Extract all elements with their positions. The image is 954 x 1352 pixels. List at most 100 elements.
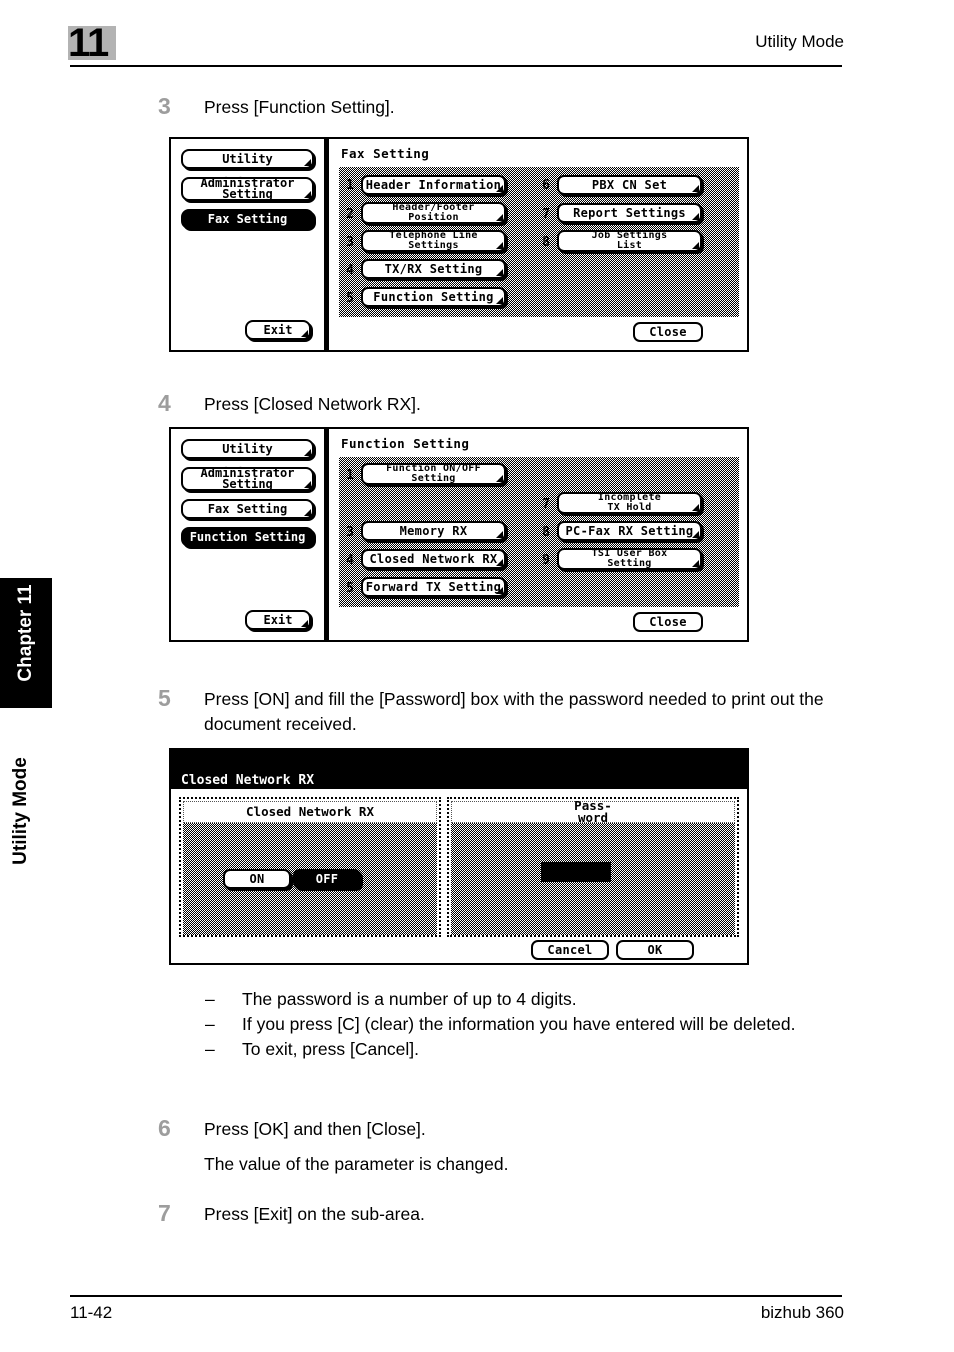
chapter-side-tab-label: Chapter 11 (15, 584, 36, 682)
button-corner-icon (304, 159, 311, 166)
header-rule (70, 65, 842, 67)
fax-setting-content-pane: Fax Setting 1 Header Information 2 Heade… (326, 137, 749, 352)
nav-item-function-setting[interactable]: Function Setting (181, 527, 314, 547)
step-6-number: 6 (158, 1115, 171, 1141)
close-button-label: Close (649, 614, 687, 629)
button-pbx-cn-set-label: PBX CN Set (591, 177, 668, 192)
button-corner-icon (692, 185, 699, 192)
item-number-4: 4 (346, 553, 354, 568)
ok-button-label: OK (647, 942, 663, 957)
button-corner-icon (496, 531, 503, 538)
button-corner-icon (304, 449, 311, 456)
function-setting-nav-pane: Utility Administrator Setting Fax Settin… (169, 427, 326, 642)
button-tsi-user-box-setting-label: TSI User Box Setting (591, 548, 668, 569)
cancel-button[interactable]: Cancel (531, 940, 609, 960)
button-corner-icon (692, 242, 699, 249)
note-list-item-text: The password is a number of up to 4 digi… (242, 989, 577, 1009)
button-function-setting[interactable]: Function Setting (361, 287, 506, 307)
nav-item-fax-setting[interactable]: Fax Setting (181, 499, 314, 519)
button-function-setting-label: Function Setting (373, 289, 494, 304)
button-pbx-cn-set[interactable]: PBX CN Set (557, 175, 702, 195)
item-number-9: 9 (542, 553, 550, 568)
button-corner-icon (496, 269, 503, 276)
button-header-footer-position-label: Header/Footer Position (392, 202, 475, 223)
item-number-3: 3 (346, 235, 354, 250)
button-forward-tx-setting-label: Forward TX Setting (365, 579, 502, 594)
ok-button[interactable]: OK (616, 940, 694, 960)
note-list: – The password is a number of up to 4 di… (205, 987, 845, 1062)
on-toggle-button[interactable]: ON (223, 869, 291, 889)
item-number-3: 3 (346, 525, 354, 540)
nav-item-administrator-setting-label: Administrator Setting (200, 466, 295, 491)
fax-setting-title: Fax Setting (341, 146, 430, 161)
password-group: Pass- word (447, 797, 739, 937)
button-corner-icon (692, 560, 699, 567)
closed-network-rx-group-label: Closed Network RX (183, 801, 437, 823)
close-button[interactable]: Close (633, 612, 703, 632)
exit-button[interactable]: Exit (245, 320, 311, 340)
function-setting-title: Function Setting (341, 436, 470, 451)
button-tsi-user-box-setting[interactable]: TSI User Box Setting (557, 548, 702, 570)
button-memory-rx[interactable]: Memory RX (361, 521, 506, 541)
button-tx-rx-setting[interactable]: TX/RX Setting (361, 259, 506, 279)
close-button[interactable]: Close (633, 322, 703, 342)
note-dash-icon: – (205, 1039, 215, 1059)
button-telephone-line-settings-label: Telephone Line Settings (389, 230, 478, 251)
exit-button[interactable]: Exit (245, 610, 311, 630)
button-report-settings[interactable]: Report Settings (557, 203, 702, 223)
nav-item-utility[interactable]: Utility (181, 439, 314, 459)
header-title: Utility Mode (755, 32, 844, 51)
button-forward-tx-setting[interactable]: Forward TX Setting (361, 577, 506, 597)
button-corner-icon (496, 214, 503, 221)
button-tx-rx-setting-label: TX/RX Setting (384, 261, 483, 276)
button-pc-fax-rx-setting[interactable]: PC-Fax RX Setting (557, 521, 702, 541)
nav-item-administrator-setting[interactable]: Administrator Setting (181, 467, 314, 491)
button-telephone-line-settings[interactable]: Telephone Line Settings (361, 230, 506, 252)
exit-button-label: Exit (263, 612, 293, 627)
button-memory-rx-label: Memory RX (399, 523, 468, 538)
button-closed-network-rx[interactable]: Closed Network RX (361, 549, 506, 569)
button-header-footer-position[interactable]: Header/Footer Position (361, 202, 506, 224)
step-3-number: 3 (158, 93, 171, 119)
nav-item-administrator-setting[interactable]: Administrator Setting (181, 177, 314, 201)
exit-button-label: Exit (263, 322, 293, 337)
button-corner-icon (496, 297, 503, 304)
note-dash-icon: – (205, 989, 215, 1009)
fax-setting-nav-pane: Utility Administrator Setting Fax Settin… (169, 137, 326, 352)
button-pc-fax-rx-setting-label: PC-Fax RX Setting (565, 523, 694, 538)
chapter-number: 11 (68, 21, 109, 65)
note-list-item-text: If you press [C] (clear) the information… (242, 1014, 796, 1034)
button-function-on-off-setting[interactable]: Function ON/OFF Setting (361, 463, 506, 485)
password-input[interactable] (541, 862, 611, 882)
button-header-information-label: Header Information (365, 177, 502, 192)
nav-item-utility[interactable]: Utility (181, 149, 314, 169)
function-setting-content-pane: Function Setting 1 Function ON/OFF Setti… (326, 427, 749, 642)
step-3-text: Press [Function Setting]. (204, 97, 395, 117)
password-group-label: Pass- word (451, 799, 735, 824)
note-list-item-text: To exit, press [Cancel]. (242, 1039, 420, 1059)
button-corner-icon (301, 330, 308, 337)
button-job-settings-list[interactable]: Job Settings List (557, 230, 702, 252)
off-toggle-button[interactable]: OFF (293, 869, 361, 889)
dialog-header-line1: Closed Network RX (181, 773, 315, 788)
close-button-label: Close (649, 324, 687, 339)
button-corner-icon (301, 620, 308, 627)
button-incomplete-tx-hold-label: Incomplete TX Hold (597, 492, 662, 513)
nav-item-fax-setting[interactable]: Fax Setting (181, 209, 314, 229)
nav-item-fax-setting-label: Fax Setting (207, 501, 288, 516)
nav-item-utility-label: Utility (222, 151, 273, 166)
footer-product-name: bizhub 360 (760, 1303, 844, 1322)
button-corner-icon (692, 504, 699, 511)
running-head-vertical: Utility Mode (10, 757, 31, 865)
item-number-2: 2 (346, 207, 354, 222)
button-incomplete-tx-hold[interactable]: Incomplete TX Hold (557, 492, 702, 514)
item-number-1: 1 (346, 468, 354, 483)
item-number-7: 7 (542, 207, 550, 222)
note-list-item: – The password is a number of up to 4 di… (205, 987, 845, 1012)
button-header-information[interactable]: Header Information (361, 175, 506, 195)
button-corner-icon (496, 185, 503, 192)
chapter-side-tab: Chapter 11 (0, 578, 52, 708)
footer-page-number: 11-42 (70, 1303, 113, 1322)
item-number-8: 8 (542, 525, 550, 540)
item-number-7: 7 (542, 497, 550, 512)
